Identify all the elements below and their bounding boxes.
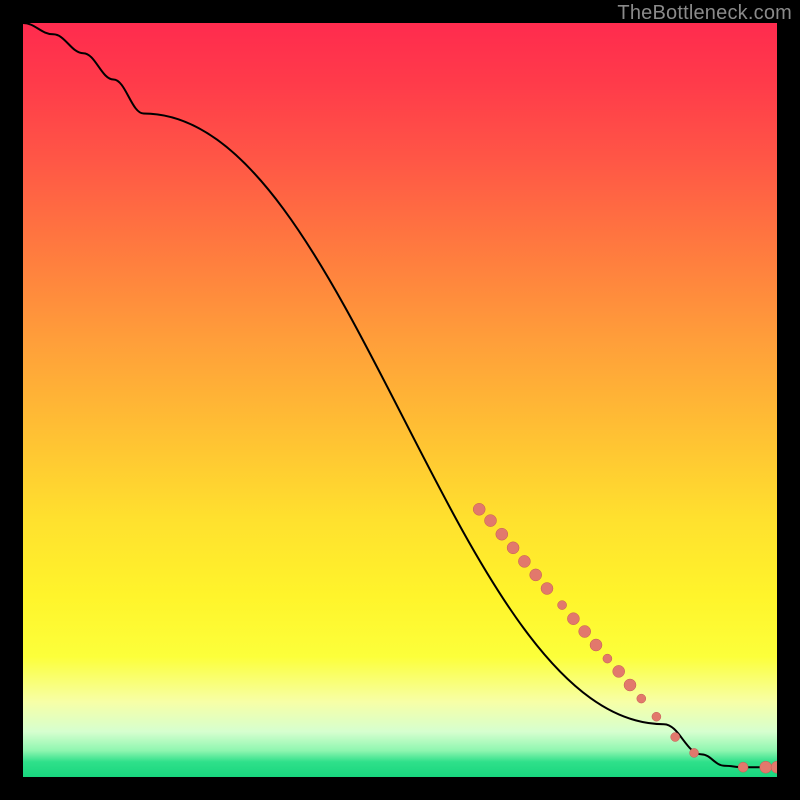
data-marker — [558, 601, 567, 610]
data-marker — [624, 679, 636, 691]
data-marker — [738, 762, 748, 772]
attribution-label: TheBottleneck.com — [617, 2, 792, 25]
bottleneck-chart — [23, 23, 777, 777]
data-marker — [507, 542, 519, 554]
data-marker — [760, 761, 772, 773]
data-marker — [603, 654, 612, 663]
data-marker — [771, 761, 777, 773]
data-marker — [485, 515, 497, 527]
data-marker — [567, 613, 579, 625]
data-marker — [579, 626, 591, 638]
data-marker — [590, 639, 602, 651]
data-marker — [690, 748, 699, 757]
data-marker — [637, 694, 646, 703]
data-marker — [473, 503, 485, 515]
data-marker — [671, 733, 680, 742]
marker-group — [473, 503, 777, 773]
data-marker — [652, 712, 661, 721]
data-marker — [530, 569, 542, 581]
data-marker — [613, 665, 625, 677]
trend-line — [23, 23, 777, 767]
data-marker — [496, 528, 508, 540]
data-marker — [541, 583, 553, 595]
data-marker — [518, 555, 530, 567]
